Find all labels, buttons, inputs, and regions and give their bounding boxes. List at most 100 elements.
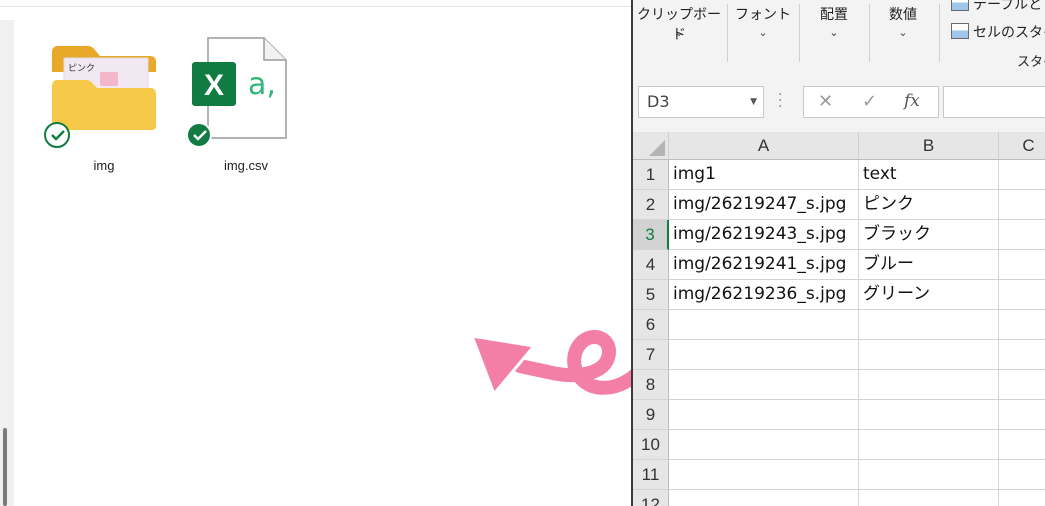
cell-b8[interactable]: [859, 370, 999, 400]
ribbon-group-clipboard[interactable]: クリップボード ⌄: [637, 0, 721, 66]
chevron-down-icon: ⌄: [898, 26, 908, 39]
cell-a6[interactable]: [669, 310, 859, 340]
row-header[interactable]: 1: [633, 160, 669, 190]
ribbon-separator: [869, 4, 870, 62]
name-box-value: D3: [647, 92, 670, 111]
cancel-icon[interactable]: ✕: [818, 91, 833, 112]
dropdown-arrow-icon[interactable]: ▼: [750, 87, 757, 117]
worksheet-grid: A B C 1 img1 text 2 img/26219247_s.jpg ピンク 3 im…: [633, 132, 1045, 506]
cell-b9[interactable]: [859, 400, 999, 430]
insert-function-icon[interactable]: fx: [904, 91, 920, 111]
row-header[interactable]: 12: [633, 490, 669, 506]
explorer-divider: [0, 6, 632, 7]
chevron-down-icon: ⌄: [829, 26, 839, 39]
format-as-table-label: テーブルとして: [973, 0, 1045, 13]
row-header[interactable]: 4: [633, 250, 669, 280]
ribbon-group-font[interactable]: フォント ⌄: [731, 0, 795, 66]
chevron-down-icon: ⌄: [758, 26, 768, 39]
cell-a9[interactable]: [669, 400, 859, 430]
cell-c11[interactable]: [999, 460, 1045, 490]
folder-thumbnail-text: ピンク: [68, 63, 95, 74]
cell-a12[interactable]: [669, 490, 859, 506]
ribbon-separator: [727, 4, 728, 62]
cell-b1[interactable]: text: [859, 160, 999, 190]
formula-buttons: ✕ ✓ fx: [803, 86, 939, 118]
column-header-b[interactable]: B: [859, 132, 999, 160]
ribbon-separator: [939, 4, 940, 62]
row-header[interactable]: 6: [633, 310, 669, 340]
enter-icon[interactable]: ✓: [862, 91, 877, 112]
column-header-c[interactable]: C: [999, 132, 1045, 160]
cell-c8[interactable]: [999, 370, 1045, 400]
row-header[interactable]: 8: [633, 370, 669, 400]
cell-b3[interactable]: ブラック: [859, 220, 999, 250]
excel-logo-letter: X: [204, 69, 224, 102]
excel-window: クリップボード ⌄ フォント ⌄ 配置 ⌄ 数値 ⌄ テーブルとして セルのスタ…: [631, 0, 1045, 506]
cell-c4[interactable]: [999, 250, 1045, 280]
cell-c5[interactable]: [999, 280, 1045, 310]
cell-c1[interactable]: [999, 160, 1045, 190]
cell-b5[interactable]: グリーン: [859, 280, 999, 310]
row-header[interactable]: 7: [633, 340, 669, 370]
file-name: img: [93, 158, 115, 173]
formula-bar: D3 ▼ · · · ✕ ✓ fx: [633, 72, 1045, 132]
formula-input[interactable]: [943, 86, 1045, 118]
cell-a11[interactable]: [669, 460, 859, 490]
cell-styles-button[interactable]: セルのスタイル: [951, 22, 1045, 42]
row-header[interactable]: 11: [633, 460, 669, 490]
chevron-down-icon: ⌄: [674, 26, 684, 39]
cell-a10[interactable]: [669, 430, 859, 460]
cell-b6[interactable]: [859, 310, 999, 340]
cell-c6[interactable]: [999, 310, 1045, 340]
ribbon: クリップボード ⌄ フォント ⌄ 配置 ⌄ 数値 ⌄ テーブルとして セルのスタ…: [633, 0, 1045, 73]
ribbon-group-number[interactable]: 数値 ⌄: [873, 0, 933, 66]
cell-c3[interactable]: [999, 220, 1045, 250]
cell-styles-icon: [951, 23, 969, 39]
scrollbar[interactable]: [3, 428, 7, 506]
name-box[interactable]: D3 ▼: [638, 86, 764, 118]
ribbon-group-label: 数値: [889, 7, 917, 23]
ribbon-separator: [799, 4, 800, 62]
formula-bar-grip-icon[interactable]: · · ·: [778, 88, 782, 114]
cell-b7[interactable]: [859, 340, 999, 370]
column-header-a[interactable]: A: [669, 132, 859, 160]
cell-c12[interactable]: [999, 490, 1045, 506]
cell-b10[interactable]: [859, 430, 999, 460]
file-item-img-csv[interactable]: X a, img.csv: [162, 37, 287, 180]
row-header[interactable]: 10: [633, 430, 669, 460]
row-header[interactable]: 9: [633, 400, 669, 430]
ribbon-group-label: フォント: [735, 7, 791, 23]
cell-b4[interactable]: ブルー: [859, 250, 999, 280]
cell-c7[interactable]: [999, 340, 1045, 370]
cell-b12[interactable]: [859, 490, 999, 506]
format-as-table-button[interactable]: テーブルとして: [951, 0, 1045, 14]
select-all-button[interactable]: [633, 132, 669, 160]
csv-icon-glyph: a,: [248, 67, 276, 102]
file-explorer-pane: ピンク img X a, img.csv: [0, 0, 632, 506]
row-header[interactable]: 3: [633, 220, 669, 250]
sync-status-icon: [44, 122, 70, 148]
ribbon-group-alignment[interactable]: 配置 ⌄: [803, 0, 865, 66]
cell-a7[interactable]: [669, 340, 859, 370]
row-header[interactable]: 2: [633, 190, 669, 220]
file-name: img.csv: [223, 158, 269, 173]
cell-a3[interactable]: img/26219243_s.jpg: [669, 220, 859, 250]
folder-icon: ピンク: [52, 46, 156, 130]
cell-b2[interactable]: ピンク: [859, 190, 999, 220]
cell-c2[interactable]: [999, 190, 1045, 220]
cell-a5[interactable]: img/26219236_s.jpg: [669, 280, 859, 310]
cell-styles-label: セルのスタイル: [973, 25, 1045, 41]
table-icon: [951, 0, 969, 11]
cell-b11[interactable]: [859, 460, 999, 490]
file-item-img-folder[interactable]: ピンク img: [44, 40, 164, 180]
ribbon-group-label-styles: スタイ: [1017, 55, 1045, 70]
row-header[interactable]: 5: [633, 280, 669, 310]
cell-a8[interactable]: [669, 370, 859, 400]
cell-c9[interactable]: [999, 400, 1045, 430]
sync-status-icon: [186, 122, 212, 148]
cell-a4[interactable]: img/26219241_s.jpg: [669, 250, 859, 280]
ribbon-group-label: 配置: [820, 7, 848, 23]
cell-a2[interactable]: img/26219247_s.jpg: [669, 190, 859, 220]
cell-a1[interactable]: img1: [669, 160, 859, 190]
cell-c10[interactable]: [999, 430, 1045, 460]
